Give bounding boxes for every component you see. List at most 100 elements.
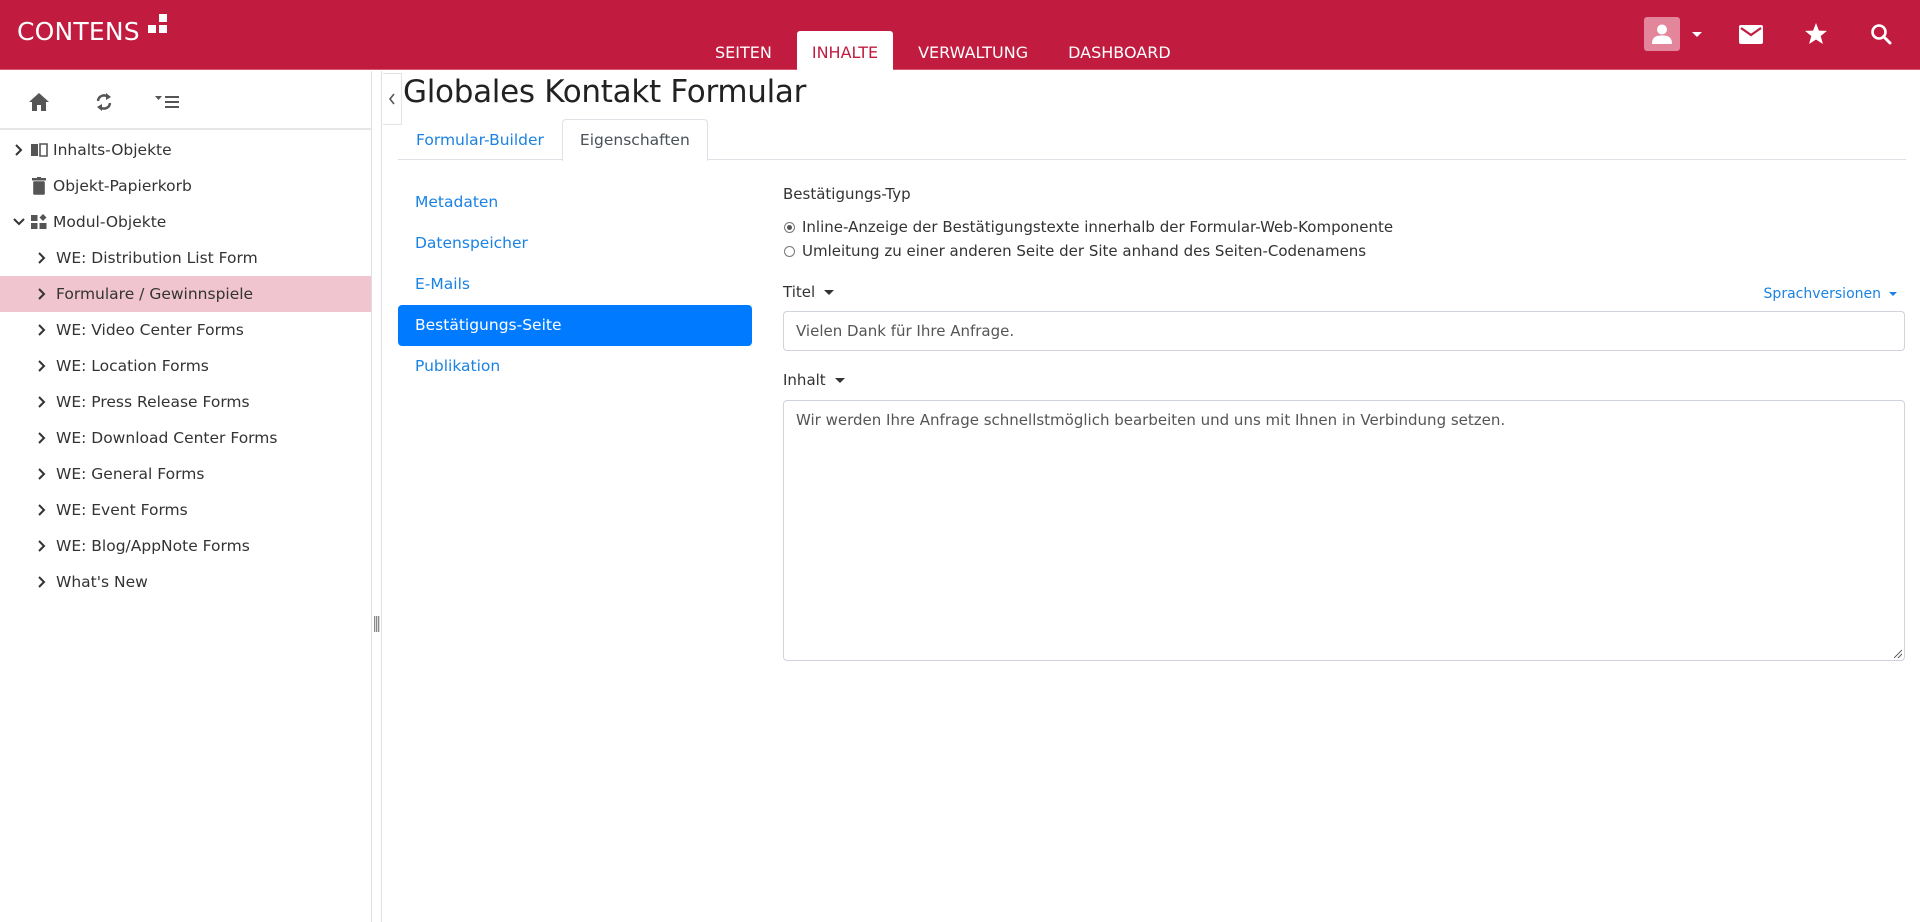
top-icons bbox=[1644, 17, 1920, 51]
page-title: Globales Kontakt Formular bbox=[403, 74, 807, 110]
title-input[interactable]: Vielen Dank für Ihre Anfrage. bbox=[783, 311, 1905, 351]
subnav-datenspeicher[interactable]: Datenspeicher bbox=[398, 223, 752, 264]
chevron-left-icon bbox=[388, 93, 395, 105]
splitter-grip-icon[interactable] bbox=[374, 616, 380, 632]
tree-item[interactable]: WE: Press Release Forms bbox=[0, 384, 371, 420]
title-label: Titel bbox=[783, 283, 816, 301]
subnav-metadaten[interactable]: Metadaten bbox=[398, 182, 752, 223]
home-button[interactable] bbox=[24, 87, 54, 117]
chevron-right-icon[interactable] bbox=[32, 539, 52, 553]
caret-down-icon bbox=[824, 289, 835, 295]
chevron-right-icon[interactable] bbox=[9, 143, 29, 157]
subnav-bestaetigungs-seite[interactable]: Bestätigungs-Seite bbox=[398, 305, 752, 346]
search-button[interactable] bbox=[1866, 19, 1896, 49]
tree-item-modul-objekte[interactable]: Modul-Objekte bbox=[0, 204, 371, 240]
tree-item-label: What's New bbox=[56, 573, 148, 591]
radio-redirect-label[interactable]: Umleitung zu einer anderen Seite der Sit… bbox=[802, 242, 1366, 260]
chevron-right-icon[interactable] bbox=[32, 287, 52, 301]
star-icon bbox=[1805, 23, 1827, 44]
tree-item[interactable]: WE: Event Forms bbox=[0, 492, 371, 528]
tree-item-label: Inhalts-Objekte bbox=[53, 141, 172, 159]
radio-inline[interactable] bbox=[784, 221, 795, 233]
nav-tab-verwaltung[interactable]: VERWALTUNG bbox=[903, 31, 1043, 70]
nav-tab-inhalte[interactable]: INHALTE bbox=[796, 31, 894, 70]
book-icon bbox=[29, 143, 49, 157]
home-icon bbox=[29, 93, 49, 111]
radio-inline-label[interactable]: Inline-Anzeige der Bestätigungstexte inn… bbox=[802, 218, 1393, 236]
tree-item-label: WE: Video Center Forms bbox=[56, 321, 244, 339]
nav-tab-dashboard[interactable]: DASHBOARD bbox=[1053, 31, 1186, 70]
modules-icon bbox=[29, 214, 49, 230]
nav-tab-seiten[interactable]: SEITEN bbox=[700, 31, 787, 70]
sidebar: Inhalts-Objekte Objekt-Papierkorb Modul-… bbox=[0, 71, 372, 922]
tree-item-label: WE: Event Forms bbox=[56, 501, 188, 519]
logo-mark-icon bbox=[147, 14, 167, 33]
top-bar: CONTENS SEITEN INHALTE VERWALTUNG DASHBO… bbox=[0, 0, 1920, 70]
logo[interactable]: CONTENS bbox=[17, 14, 167, 47]
tree-item[interactable]: WE: Blog/AppNote Forms bbox=[0, 528, 371, 564]
search-icon bbox=[1871, 24, 1892, 45]
tree-item-label: WE: Location Forms bbox=[56, 357, 209, 375]
refresh-button[interactable] bbox=[89, 87, 119, 117]
favorites-button[interactable] bbox=[1801, 19, 1831, 49]
subnav-publikation[interactable]: Publikation bbox=[398, 346, 752, 387]
chevron-right-icon[interactable] bbox=[32, 467, 52, 481]
language-versions-label: Sprachversionen bbox=[1763, 286, 1881, 302]
tab-eigenschaften[interactable]: Eigenschaften bbox=[561, 119, 708, 161]
chevron-right-icon[interactable] bbox=[32, 395, 52, 409]
content-text: Wir werden Ihre Anfrage schnellstmöglich… bbox=[796, 411, 1506, 429]
tree-item-label: WE: General Forms bbox=[56, 465, 205, 483]
subnav-e-mails[interactable]: E-Mails bbox=[398, 264, 752, 305]
content-label: Inhalt bbox=[783, 371, 826, 389]
tree-item[interactable]: WE: Video Center Forms bbox=[0, 312, 371, 348]
caret-down-icon bbox=[1889, 292, 1897, 296]
title-label-dropdown[interactable]: Titel bbox=[783, 280, 835, 304]
tree-item[interactable]: WE: General Forms bbox=[0, 456, 371, 492]
refresh-icon bbox=[96, 93, 112, 111]
tree-item-objekt-papierkorb[interactable]: Objekt-Papierkorb bbox=[0, 168, 371, 204]
user-menu-caret-icon[interactable] bbox=[1692, 31, 1702, 37]
content-textarea[interactable]: Wir werden Ihre Anfrage schnellstmöglich… bbox=[783, 400, 1905, 661]
sidebar-splitter[interactable] bbox=[372, 71, 382, 922]
tree-item-selected[interactable]: Formulare / Gewinnspiele bbox=[0, 276, 371, 312]
radio-option-redirect[interactable]: Umleitung zu einer anderen Seite der Sit… bbox=[783, 239, 1366, 263]
language-versions-dropdown[interactable]: Sprachversionen bbox=[1764, 286, 1897, 302]
tree-item[interactable]: WE: Download Center Forms bbox=[0, 420, 371, 456]
user-avatar-icon bbox=[1652, 24, 1672, 44]
tree-item-label: WE: Press Release Forms bbox=[56, 393, 250, 411]
tree-item-label: Formulare / Gewinnspiele bbox=[56, 285, 254, 303]
chevron-right-icon[interactable] bbox=[32, 431, 52, 445]
mail-button[interactable] bbox=[1736, 19, 1766, 49]
chevron-right-icon[interactable] bbox=[32, 251, 52, 265]
radio-redirect[interactable] bbox=[784, 245, 795, 257]
tree-item[interactable]: WE: Location Forms bbox=[0, 348, 371, 384]
sidebar-toolbar bbox=[0, 71, 371, 130]
tree-item-label: WE: Distribution List Form bbox=[56, 249, 258, 267]
chevron-right-icon[interactable] bbox=[32, 575, 52, 589]
tree-item-label: Modul-Objekte bbox=[53, 213, 167, 231]
tree-item-label: Objekt-Papierkorb bbox=[53, 177, 192, 195]
confirmation-type-label: Bestätigungs-Typ bbox=[783, 185, 911, 203]
chevron-down-icon[interactable] bbox=[9, 217, 29, 227]
main-nav: SEITEN INHALTE VERWALTUNG DASHBOARD bbox=[700, 31, 1196, 70]
tree-item[interactable]: WE: Distribution List Form bbox=[0, 240, 371, 276]
caret-down-icon bbox=[834, 377, 845, 383]
chevron-right-icon[interactable] bbox=[32, 323, 52, 337]
user-avatar-button[interactable] bbox=[1644, 17, 1680, 51]
tree-item-label: WE: Blog/AppNote Forms bbox=[56, 537, 250, 555]
tab-formular-builder[interactable]: Formular-Builder bbox=[398, 119, 562, 160]
content-label-dropdown[interactable]: Inhalt bbox=[783, 368, 845, 392]
radio-option-inline[interactable]: Inline-Anzeige der Bestätigungstexte inn… bbox=[783, 215, 1393, 239]
content-tabs: Formular-Builder Eigenschaften bbox=[398, 119, 1906, 161]
chevron-right-icon[interactable] bbox=[32, 359, 52, 373]
mail-icon bbox=[1739, 24, 1763, 44]
filter-list-button[interactable] bbox=[153, 87, 183, 117]
tree-item[interactable]: What's New bbox=[0, 564, 371, 600]
trash-icon bbox=[29, 177, 49, 195]
content-tree: Inhalts-Objekte Objekt-Papierkorb Modul-… bbox=[0, 130, 371, 600]
tree-item-label: WE: Download Center Forms bbox=[56, 429, 278, 447]
collapse-sidebar-button[interactable] bbox=[383, 73, 402, 125]
chevron-right-icon[interactable] bbox=[32, 503, 52, 517]
resize-handle-icon[interactable] bbox=[1894, 650, 1902, 658]
tree-item-inhalts-objekte[interactable]: Inhalts-Objekte bbox=[0, 132, 371, 168]
